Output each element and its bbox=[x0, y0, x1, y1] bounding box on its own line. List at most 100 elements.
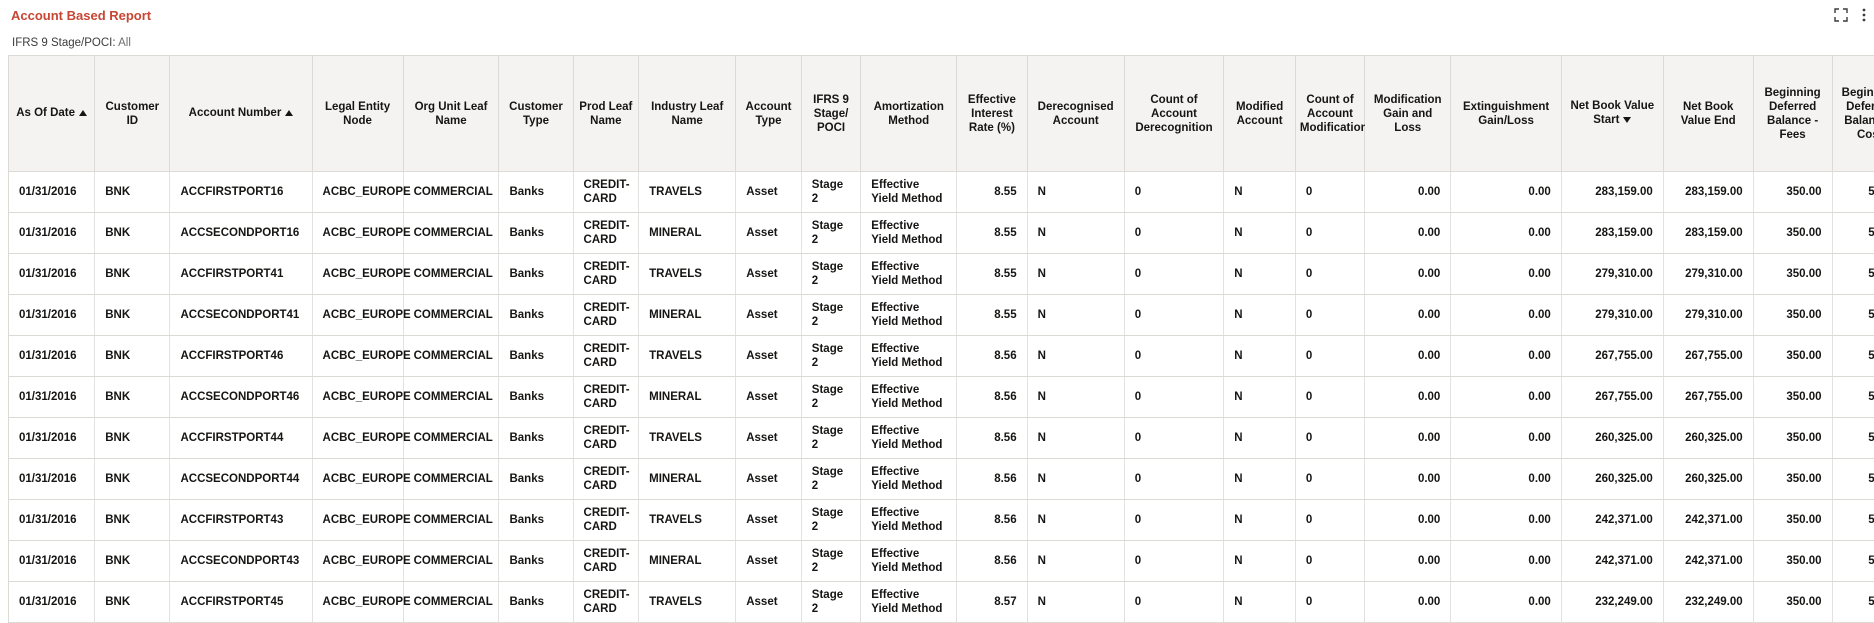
table-cell: ACBC_EUROPE bbox=[312, 581, 411, 623]
table-cell: ACCSECONDPORT43 bbox=[169, 540, 313, 582]
table-cell: 0 bbox=[1124, 540, 1225, 582]
table-cell: 283,159.00 bbox=[1663, 212, 1754, 254]
table-cell: 0 bbox=[1295, 581, 1366, 623]
table-cell: N bbox=[1223, 458, 1296, 500]
column-header[interactable]: Beginning Deferred Balance - Cost bbox=[1831, 55, 1874, 172]
table-row[interactable]: 01/31/2016 BNK ACCSECONDPORT16 ACBC_EUROPE C… bbox=[8, 212, 1874, 254]
table-row[interactable]: 01/31/2016 BNK ACCSECONDPORT46 ACBC_EUROPE C… bbox=[8, 376, 1874, 418]
table-cell: 283,159.00 bbox=[1663, 171, 1754, 213]
column-header[interactable]: Account Number bbox=[169, 55, 313, 172]
table-cell: 0 bbox=[1124, 335, 1225, 377]
fullscreen-icon[interactable] bbox=[1834, 8, 1848, 22]
table-cell: 0.00 bbox=[1450, 294, 1562, 336]
table-cell: Stage 2 bbox=[801, 171, 862, 213]
table-cell: 242,371.00 bbox=[1561, 540, 1664, 582]
kebab-menu-icon[interactable] bbox=[1862, 8, 1866, 22]
table-cell: COMMERCIAL bbox=[403, 417, 500, 459]
column-header[interactable]: Modified Account bbox=[1223, 55, 1296, 172]
table-cell: N bbox=[1223, 294, 1296, 336]
table-row[interactable]: 01/31/2016 BNK ACCSECONDPORT41 ACBC_EUROPE C… bbox=[8, 294, 1874, 336]
table-cell: COMMERCIAL bbox=[403, 458, 500, 500]
table-cell: 8.55 bbox=[956, 294, 1028, 336]
column-header-label: Modified Account bbox=[1235, 100, 1284, 127]
table-cell: 0.00 bbox=[1364, 253, 1452, 295]
table-cell: MINERAL bbox=[638, 294, 737, 336]
table-cell: 232,249.00 bbox=[1663, 581, 1754, 623]
column-header[interactable]: Prod Leaf Name bbox=[572, 55, 640, 172]
table-cell: TRAVELS bbox=[638, 253, 737, 295]
column-header[interactable]: Org Unit Leaf Name bbox=[402, 55, 500, 172]
table-cell: Stage 2 bbox=[801, 253, 862, 295]
table-cell: Stage 2 bbox=[801, 458, 862, 500]
column-header[interactable]: Count of Account Modification bbox=[1294, 55, 1368, 172]
column-header[interactable]: Amortization Method bbox=[860, 55, 958, 172]
table-cell: 0 bbox=[1295, 253, 1366, 295]
table-cell: CREDIT-CARD bbox=[573, 581, 640, 623]
table-cell: 279,310.00 bbox=[1663, 253, 1754, 295]
table-cell: Asset bbox=[735, 540, 802, 582]
table-row[interactable]: 01/31/2016 BNK ACCFIRSTPORT46 ACBC_EUROPE CO… bbox=[8, 335, 1874, 377]
table-cell: ACCFIRSTPORT43 bbox=[169, 499, 313, 541]
table-row[interactable]: 01/31/2016 BNK ACCFIRSTPORT41 ACBC_EUROPE CO… bbox=[8, 253, 1874, 295]
column-header[interactable]: Beginning Deferred Balance - Fees bbox=[1752, 55, 1833, 172]
column-header[interactable]: Effective Interest Rate (%) bbox=[956, 55, 1028, 172]
table-cell: N bbox=[1027, 458, 1125, 500]
table-row[interactable]: 01/31/2016 BNK ACCFIRSTPORT45 ACBC_EUROPE CO… bbox=[8, 581, 1874, 623]
column-header[interactable]: Derecognised Account bbox=[1026, 55, 1125, 172]
column-header-label: Amortization Method bbox=[873, 100, 944, 127]
sort-ascending-icon[interactable] bbox=[285, 106, 294, 120]
column-header[interactable]: IFRS 9 Stage/ POCI bbox=[800, 55, 862, 172]
table-cell: 01/31/2016 bbox=[8, 171, 96, 213]
column-header[interactable]: Industry Leaf Name bbox=[638, 55, 737, 172]
column-header[interactable]: Net Book Value Start bbox=[1560, 55, 1664, 172]
table-cell: Asset bbox=[735, 581, 802, 623]
table-cell: ACCSECONDPORT44 bbox=[169, 458, 313, 500]
table-row[interactable]: 01/31/2016 BNK ACCSECONDPORT43 ACBC_EUROPE C… bbox=[8, 540, 1874, 582]
table-cell: 350.00 bbox=[1753, 294, 1833, 336]
table-cell: N bbox=[1027, 499, 1125, 541]
table-cell: COMMERCIAL bbox=[403, 499, 500, 541]
table-cell: ACCFIRSTPORT46 bbox=[169, 335, 313, 377]
column-header[interactable]: Modification Gain and Loss bbox=[1364, 55, 1452, 172]
table-cell: N bbox=[1027, 376, 1125, 418]
table-cell: BNK bbox=[94, 294, 171, 336]
table-cell: CREDIT-CARD bbox=[573, 212, 640, 254]
table-cell: 01/31/2016 bbox=[8, 253, 96, 295]
column-header[interactable]: Customer ID bbox=[94, 55, 171, 172]
table-row[interactable]: 01/31/2016 BNK ACCFIRSTPORT16 ACBC_EUROPE CO… bbox=[8, 171, 1874, 213]
table-cell: Effective Yield Method bbox=[860, 376, 958, 418]
table-cell: Effective Yield Method bbox=[860, 458, 958, 500]
table-cell: COMMERCIAL bbox=[403, 581, 500, 623]
table-cell: 350.00 bbox=[1753, 540, 1833, 582]
table-cell: ACBC_EUROPE bbox=[312, 294, 411, 336]
table-row[interactable]: 01/31/2016 BNK ACCFIRSTPORT43 ACBC_EUROPE CO… bbox=[8, 499, 1874, 541]
table-cell: 0.00 bbox=[1364, 376, 1452, 418]
table-cell: N bbox=[1223, 253, 1296, 295]
column-header[interactable]: Account Type bbox=[735, 55, 802, 172]
column-header[interactable]: Count of Account Derecognition bbox=[1123, 55, 1225, 172]
table-cell: 8.56 bbox=[956, 335, 1028, 377]
table-cell: 50.00 bbox=[1832, 376, 1874, 418]
table-cell: ACBC_EUROPE bbox=[312, 417, 411, 459]
table-row[interactable]: 01/31/2016 BNK ACCSECONDPORT44 ACBC_EUROPE C… bbox=[8, 458, 1874, 500]
table-row[interactable]: 01/31/2016 BNK ACCFIRSTPORT44 ACBC_EUROPE CO… bbox=[8, 417, 1874, 459]
column-header[interactable]: Net Book Value End bbox=[1662, 55, 1754, 172]
table-cell: CREDIT-CARD bbox=[573, 253, 640, 295]
table-cell: Stage 2 bbox=[801, 540, 862, 582]
table-cell: N bbox=[1027, 294, 1125, 336]
table-header-row: As Of Date Customer ID Account Number Legal… bbox=[8, 55, 1874, 172]
filter-label: IFRS 9 Stage/POCI: bbox=[12, 37, 116, 49]
table-cell: N bbox=[1027, 212, 1125, 254]
column-header[interactable]: Customer Type bbox=[498, 55, 574, 172]
column-header[interactable]: Extinguishment Gain/Loss bbox=[1450, 55, 1562, 172]
column-header[interactable]: As Of Date bbox=[8, 55, 96, 172]
table-cell: 0.00 bbox=[1364, 581, 1452, 623]
table-cell: 242,371.00 bbox=[1561, 499, 1664, 541]
table-cell: COMMERCIAL bbox=[403, 212, 500, 254]
sort-ascending-icon[interactable] bbox=[79, 106, 87, 120]
sort-descending-icon[interactable] bbox=[1623, 113, 1632, 127]
column-header[interactable]: Legal Entity Node bbox=[311, 55, 404, 172]
report-table-container[interactable]: As Of Date Customer ID Account Number Legal… bbox=[8, 55, 1874, 623]
table-cell: ACBC_EUROPE bbox=[312, 458, 411, 500]
table-cell: Effective Yield Method bbox=[860, 581, 958, 623]
